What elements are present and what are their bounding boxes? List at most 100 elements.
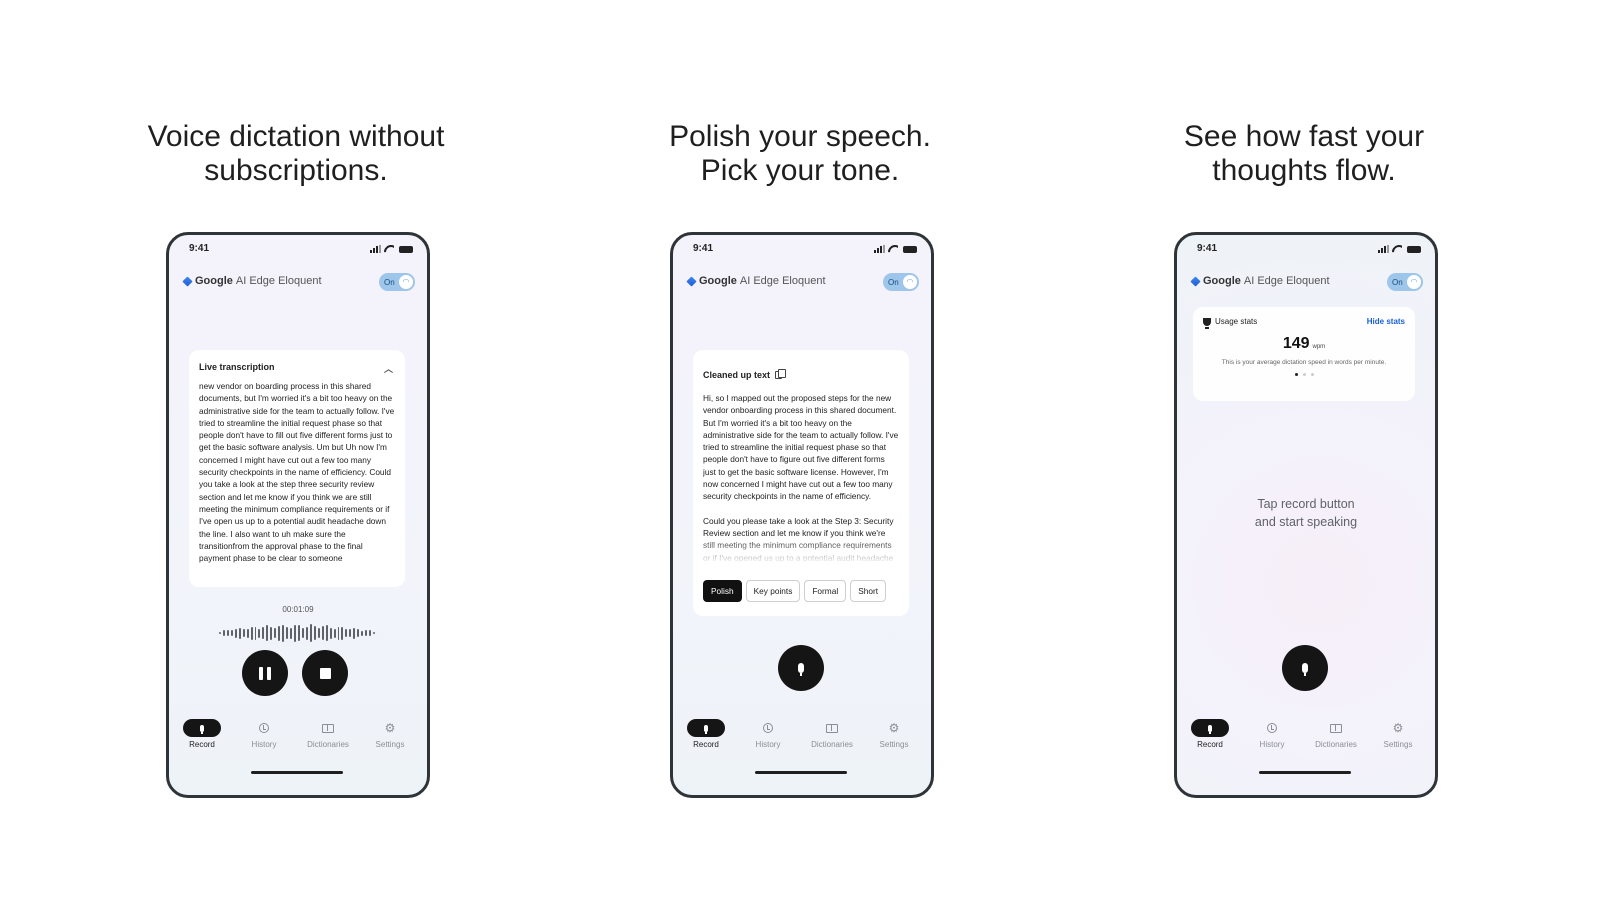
nav-dictionaries[interactable]: Dictionaries bbox=[297, 719, 359, 749]
waveform-bar bbox=[226, 630, 229, 636]
nav-settings[interactable]: ⚙ Settings bbox=[863, 719, 925, 749]
nav-label: Settings bbox=[879, 740, 909, 749]
chevron-up-icon[interactable]: ︿ bbox=[384, 362, 393, 375]
phone-mockup: 9:41 Google AI Edge Eloquent On ◠ Cleane… bbox=[670, 232, 934, 798]
waveform-bar bbox=[341, 626, 344, 640]
headline-line-2: thoughts flow. bbox=[1212, 154, 1396, 187]
history-icon bbox=[259, 723, 269, 733]
enable-toggle[interactable]: On ◠ bbox=[379, 273, 415, 291]
status-time: 9:41 bbox=[1197, 243, 1218, 254]
mic-icon bbox=[687, 719, 725, 737]
status-time: 9:41 bbox=[189, 243, 210, 254]
nav-label: Dictionaries bbox=[811, 740, 853, 749]
headline-line-1: See how fast your bbox=[1183, 120, 1425, 153]
waveform-bar bbox=[278, 625, 281, 641]
cleaned-text-card: Cleaned up text Hi, so I mapped out the … bbox=[693, 350, 909, 616]
waveform-bar bbox=[282, 624, 285, 642]
waveform-bar bbox=[361, 630, 364, 636]
status-time: 9:41 bbox=[693, 243, 714, 254]
waveform-bar bbox=[218, 632, 221, 634]
panel-voice-dictation: Voice dictation without subscriptions. 9… bbox=[16, 0, 576, 900]
record-button[interactable] bbox=[778, 645, 824, 691]
home-indicator[interactable] bbox=[1259, 771, 1351, 774]
waveform-bar bbox=[290, 627, 293, 639]
enable-toggle[interactable]: On ◠ bbox=[1387, 273, 1423, 291]
chip-short[interactable]: Short bbox=[850, 580, 887, 602]
mic-icon bbox=[798, 663, 804, 676]
waveform-bar bbox=[313, 626, 316, 640]
cleaned-paragraph: Hi, so I mapped out the proposed steps f… bbox=[703, 393, 899, 502]
waveform-bar bbox=[349, 629, 352, 637]
brand-google: Google bbox=[699, 275, 737, 287]
carousel-dots[interactable] bbox=[1203, 373, 1405, 376]
nav-dictionaries[interactable]: Dictionaries bbox=[1305, 719, 1367, 749]
waveform-bar bbox=[246, 628, 249, 638]
nav-settings[interactable]: ⚙ Settings bbox=[1367, 719, 1429, 749]
page-dot[interactable] bbox=[1294, 373, 1298, 376]
nav-label: History bbox=[251, 740, 277, 749]
nav-history[interactable]: History bbox=[233, 719, 295, 749]
usage-stats-card: Usage stats Hide stats 149 wpm This is yo… bbox=[1193, 307, 1415, 401]
waveform-bar bbox=[298, 625, 300, 641]
pause-button[interactable] bbox=[242, 650, 288, 696]
battery-icon bbox=[1407, 246, 1421, 253]
nav-label: Settings bbox=[1383, 740, 1413, 749]
battery-icon bbox=[399, 246, 413, 253]
nav-settings[interactable]: ⚙ Settings bbox=[359, 719, 421, 749]
app-bar: Google AI Edge Eloquent On ◠ bbox=[1190, 273, 1423, 293]
record-button[interactable] bbox=[1282, 645, 1328, 691]
nav-record[interactable]: Record bbox=[171, 719, 233, 749]
panel-headline: Polish your speech. Pick your tone. bbox=[520, 120, 1080, 188]
gear-icon: ⚙ bbox=[1392, 721, 1404, 735]
stop-button[interactable] bbox=[302, 650, 348, 696]
waveform-bar bbox=[325, 625, 328, 641]
nav-history[interactable]: History bbox=[737, 719, 799, 749]
phone-mockup: 9:41 Google AI Edge Eloquent On ◠ Usage … bbox=[1174, 232, 1438, 798]
nav-record[interactable]: Record bbox=[1179, 719, 1241, 749]
waveform-bar bbox=[230, 630, 233, 636]
stop-icon bbox=[319, 667, 331, 679]
nav-label: History bbox=[1259, 740, 1285, 749]
enable-toggle[interactable]: On ◠ bbox=[883, 273, 919, 291]
trophy-icon bbox=[1203, 317, 1211, 329]
waveform-bar bbox=[222, 630, 225, 636]
copy-icon[interactable] bbox=[775, 369, 787, 379]
home-indicator[interactable] bbox=[251, 771, 343, 774]
tone-chips: Polish Key points Formal Short bbox=[703, 580, 887, 602]
chip-polish[interactable]: Polish bbox=[703, 580, 742, 602]
toggle-label: On bbox=[384, 277, 395, 287]
wifi-icon bbox=[1392, 245, 1402, 253]
home-indicator[interactable] bbox=[755, 771, 847, 774]
history-icon bbox=[1267, 723, 1277, 733]
transcription-text: new vendor on boarding process in this s… bbox=[199, 381, 395, 564]
page-dot[interactable] bbox=[1302, 373, 1306, 376]
page-dot[interactable] bbox=[1310, 373, 1314, 376]
nav-label: Record bbox=[1197, 740, 1223, 749]
waveform-bar bbox=[353, 627, 356, 639]
app-brand: Google AI Edge Eloquent bbox=[686, 275, 826, 287]
waveform-bar bbox=[321, 626, 324, 640]
waveform-bar bbox=[242, 629, 245, 637]
hide-stats-link[interactable]: Hide stats bbox=[1367, 317, 1405, 326]
headline-line-1: Voice dictation without bbox=[147, 120, 445, 153]
chip-key-points[interactable]: Key points bbox=[745, 580, 801, 602]
nav-dictionaries[interactable]: Dictionaries bbox=[801, 719, 863, 749]
cleaned-text: Hi, so I mapped out the proposed steps f… bbox=[703, 392, 899, 564]
app-brand: Google AI Edge Eloquent bbox=[182, 275, 322, 287]
wifi-icon bbox=[384, 245, 394, 253]
bottom-nav: Record History Dictionaries ⚙ Settings bbox=[673, 719, 931, 759]
nav-label: Dictionaries bbox=[1315, 740, 1357, 749]
system-icons bbox=[370, 245, 413, 253]
card-header: Live transcription ︿ bbox=[199, 362, 395, 375]
bottom-nav: Record History Dictionaries ⚙ Settings bbox=[169, 719, 427, 759]
toggle-knob-icon: ◠ bbox=[903, 275, 917, 289]
stats-header: Usage stats Hide stats bbox=[1203, 317, 1405, 331]
nav-history[interactable]: History bbox=[1241, 719, 1303, 749]
chip-formal[interactable]: Formal bbox=[804, 580, 847, 602]
waveform-bar bbox=[294, 624, 296, 642]
brand-product: AI Edge Eloquent bbox=[739, 275, 826, 287]
waveform-bar bbox=[234, 628, 237, 638]
pause-icon bbox=[259, 666, 271, 680]
waveform-bar bbox=[369, 630, 372, 636]
nav-record[interactable]: Record bbox=[675, 719, 737, 749]
